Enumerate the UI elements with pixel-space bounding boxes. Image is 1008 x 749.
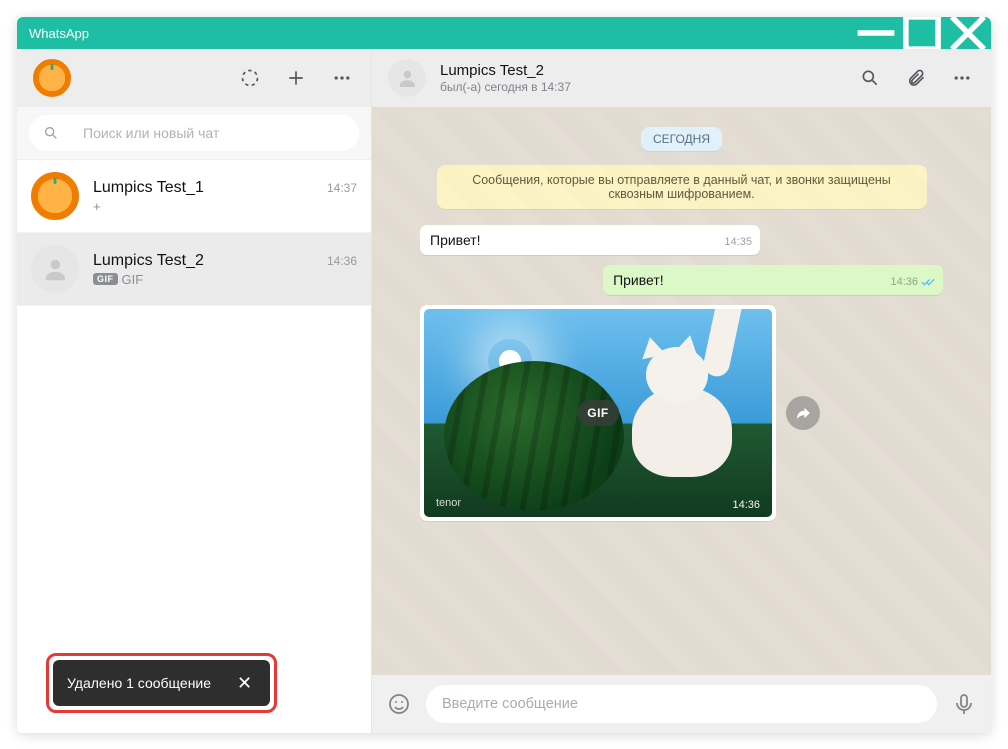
toast-highlight: Удалено 1 сообщение ✕ (46, 653, 277, 713)
encryption-notice: Сообщения, которые вы отправляете в данн… (437, 165, 927, 209)
contact-avatar[interactable] (388, 59, 426, 97)
gif-badge-icon: GIF (93, 273, 118, 285)
chat-item[interactable]: Lumpics Test_1 14:37 + (17, 160, 371, 233)
message-gif[interactable]: GIF tenor 14:36 (420, 305, 776, 521)
menu-icon[interactable] (329, 65, 355, 91)
message-time: 14:36 (732, 499, 760, 511)
message-time: 14:36 (890, 275, 935, 289)
chat-time: 14:37 (327, 181, 357, 195)
close-button[interactable] (945, 17, 991, 49)
toast-border: Удалено 1 сообщение ✕ (46, 653, 277, 713)
gif-chip: GIF (577, 400, 619, 426)
emoji-icon[interactable] (386, 691, 412, 717)
mic-icon[interactable] (951, 691, 977, 717)
chat-time: 14:36 (327, 254, 357, 268)
messages-area[interactable]: СЕГОДНЯ Сообщения, которые вы отправляет… (372, 107, 991, 675)
search-box[interactable] (29, 115, 359, 151)
contact-name: Lumpics Test_2 (440, 62, 571, 79)
date-chip: СЕГОДНЯ (641, 127, 722, 151)
toast: Удалено 1 сообщение ✕ (53, 660, 270, 706)
chat-name: Lumpics Test_2 (93, 252, 204, 270)
titlebar: WhatsApp (17, 17, 991, 49)
toast-text: Удалено 1 сообщение (67, 675, 211, 691)
gif-image[interactable]: GIF tenor 14:36 (424, 309, 772, 517)
search-in-chat-icon[interactable] (857, 65, 883, 91)
chat-item[interactable]: Lumpics Test_2 14:36 GIF GIF (17, 233, 371, 306)
chat-pane: Lumpics Test_2 был(-а) сегодня в 14:37 С… (372, 49, 991, 733)
search-input[interactable] (83, 125, 345, 141)
chat-name: Lumpics Test_1 (93, 179, 204, 197)
toast-close-icon[interactable]: ✕ (233, 672, 256, 694)
chat-list[interactable]: Lumpics Test_1 14:37 + Lumpics Test_2 14… (17, 160, 371, 733)
message-in[interactable]: Привет! 14:35 (420, 225, 760, 255)
gif-cat (612, 327, 742, 477)
minimize-button[interactable] (853, 17, 899, 49)
self-avatar[interactable] (33, 59, 71, 97)
chat-header: Lumpics Test_2 был(-а) сегодня в 14:37 (372, 49, 991, 107)
search-icon (43, 125, 59, 141)
contact-title-block[interactable]: Lumpics Test_2 был(-а) сегодня в 14:37 (440, 62, 571, 94)
message-time: 14:35 (724, 235, 752, 249)
app-body: Lumpics Test_1 14:37 + Lumpics Test_2 14… (17, 49, 991, 733)
message-input-wrap[interactable] (426, 685, 937, 723)
new-chat-icon[interactable] (283, 65, 309, 91)
chat-preview-text: GIF (122, 272, 144, 287)
message-text: Привет! (613, 272, 664, 288)
window-controls (853, 17, 991, 49)
message-input[interactable] (442, 696, 921, 712)
app-window: WhatsApp (17, 17, 991, 733)
gif-provider: tenor (436, 497, 461, 509)
maximize-button[interactable] (899, 17, 945, 49)
sidebar: Lumpics Test_1 14:37 + Lumpics Test_2 14… (17, 49, 372, 733)
sidebar-header (17, 49, 371, 107)
forward-button[interactable] (786, 396, 820, 430)
message-gif-wrapper: GIF tenor 14:36 (420, 305, 776, 521)
chat-avatar (31, 172, 79, 220)
search-row (17, 107, 371, 160)
contact-status: был(-а) сегодня в 14:37 (440, 80, 571, 94)
chat-preview: + (93, 199, 357, 214)
read-checks-icon (921, 277, 935, 288)
message-out[interactable]: Привет! 14:36 (603, 265, 943, 295)
gif-watermelon (444, 361, 624, 511)
message-text: Привет! (430, 232, 481, 248)
app-title: WhatsApp (17, 26, 89, 41)
message-time-text: 14:36 (890, 275, 918, 289)
chat-preview: GIF GIF (93, 272, 357, 287)
attach-icon[interactable] (903, 65, 929, 91)
status-icon[interactable] (237, 65, 263, 91)
chat-avatar (31, 245, 79, 293)
composer (372, 675, 991, 733)
chat-menu-icon[interactable] (949, 65, 975, 91)
